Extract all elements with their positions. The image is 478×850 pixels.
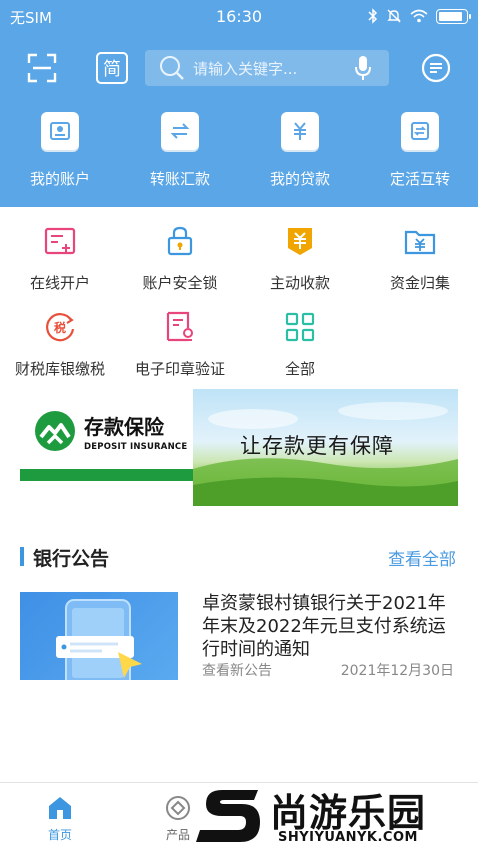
service-label: 账户安全锁 — [142, 274, 218, 292]
status-bar: 无SIM 16:30 — [0, 0, 478, 34]
scan-icon — [27, 53, 57, 83]
service-open-account[interactable]: 在线开户 — [0, 224, 120, 293]
service-fund-collection[interactable]: 资金归集 — [360, 224, 478, 293]
banner-slogan: 让存款更有保障 — [240, 434, 394, 458]
transfer-icon — [161, 112, 199, 150]
security-lock-icon — [163, 224, 197, 258]
watermark-url: SHYIYUANYK.COM — [278, 830, 418, 845]
banner-left: 存款保险 DEPOSIT INSURANCE — [20, 389, 193, 506]
tab-label: 首页 — [47, 828, 72, 842]
banner-title: 存款保险 — [84, 415, 164, 439]
announcement-title: 卓资蒙银村镇银行关于2021年年末及2022年元旦支付系统运行时间的通知 — [202, 593, 446, 660]
section-title: 银行公告 — [33, 548, 110, 570]
account-icon — [41, 112, 79, 150]
search-input[interactable]: 请输入关键字... — [145, 50, 389, 86]
announcement-item[interactable]: 卓资蒙银村镇银行关于2021年年末及2022年元旦支付系统运行时间的通知 查看新… — [20, 592, 458, 682]
bluetooth-icon — [368, 8, 378, 24]
top-toolbar: 简 请输入关键字... — [0, 48, 478, 88]
deposit-insurance-banner[interactable]: 存款保险 DEPOSIT INSURANCE 让存款更有保障 — [20, 389, 458, 506]
quick-label: 转账汇款 — [149, 170, 210, 188]
watermark-text: 尚游乐园 — [270, 791, 427, 835]
quick-transfer[interactable]: 转账汇款 — [120, 112, 240, 189]
announcement-date: 2021年12月30日 — [340, 663, 454, 679]
announcement-thumbnail — [20, 592, 178, 680]
quick-label: 我的贷款 — [269, 170, 330, 188]
wifi-icon — [410, 9, 428, 23]
simplified-chinese-button[interactable]: 简 — [92, 48, 132, 88]
banner-strip — [20, 469, 193, 481]
product-icon — [166, 796, 190, 820]
quick-label: 我的账户 — [29, 170, 90, 188]
loan-icon — [281, 112, 319, 150]
service-security-lock[interactable]: 账户安全锁 — [120, 224, 240, 293]
phone-illustration-icon — [56, 599, 142, 680]
tab-label: 产品 — [165, 828, 190, 842]
tax-icon: 税 — [43, 310, 77, 344]
deposit-insurance-logo — [35, 411, 75, 451]
fund-folder-icon — [403, 224, 437, 258]
e-seal-icon — [163, 310, 197, 344]
service-label: 主动收款 — [269, 274, 330, 292]
all-grid-icon — [283, 310, 317, 344]
microphone-icon[interactable] — [353, 54, 373, 82]
service-tax-payment[interactable]: 税 财税库银缴税 — [0, 310, 120, 379]
quick-label: 定活互转 — [389, 170, 450, 188]
service-label: 财税库银缴税 — [14, 360, 105, 378]
section-accent-bar — [20, 547, 24, 566]
banner-right: 让存款更有保障 — [193, 389, 458, 506]
message-icon — [421, 53, 451, 83]
service-label: 电子印章验证 — [134, 360, 225, 378]
header-area: 无SIM 16:30 简 请输入关键字... 我的账户 转账汇款 我的贷款 定活… — [0, 0, 478, 207]
scan-button[interactable] — [22, 48, 62, 88]
home-icon — [49, 797, 71, 819]
mute-bell-icon — [387, 9, 401, 23]
service-collect-payment[interactable]: 主动收款 — [240, 224, 360, 293]
announcement-subtitle: 查看新公告 — [202, 663, 272, 679]
deposit-exchange-icon — [401, 112, 439, 150]
service-label: 资金归集 — [389, 274, 450, 292]
search-icon — [160, 56, 184, 80]
svg-text:税: 税 — [54, 320, 66, 335]
service-all[interactable]: 全部 — [240, 310, 360, 379]
service-e-seal-verify[interactable]: 电子印章验证 — [120, 310, 240, 379]
search-placeholder: 请输入关键字... — [193, 59, 298, 78]
collect-payment-icon — [283, 224, 317, 258]
watermark: 尚游乐园 SHYIYUANYK.COM — [196, 782, 478, 850]
view-all-link[interactable]: 查看全部 — [388, 545, 456, 570]
status-icons — [368, 8, 471, 24]
quick-my-account[interactable]: 我的账户 — [0, 112, 120, 189]
service-label: 全部 — [284, 360, 315, 378]
announcements-header: 银行公告 查看全部 — [20, 544, 458, 570]
open-account-icon — [43, 224, 77, 258]
service-label: 在线开户 — [29, 274, 90, 292]
quick-actions: 我的账户 转账汇款 我的贷款 定活互转 — [0, 112, 478, 202]
tab-home[interactable]: 首页 — [30, 795, 90, 843]
watermark-logo-icon — [196, 790, 260, 842]
battery-icon — [436, 8, 471, 24]
quick-my-loan[interactable]: 我的贷款 — [240, 112, 360, 189]
banner-subtitle: DEPOSIT INSURANCE — [84, 442, 188, 452]
simplified-label: 简 — [96, 52, 128, 84]
message-button[interactable] — [416, 48, 456, 88]
quick-deposit-exchange[interactable]: 定活互转 — [360, 112, 478, 189]
